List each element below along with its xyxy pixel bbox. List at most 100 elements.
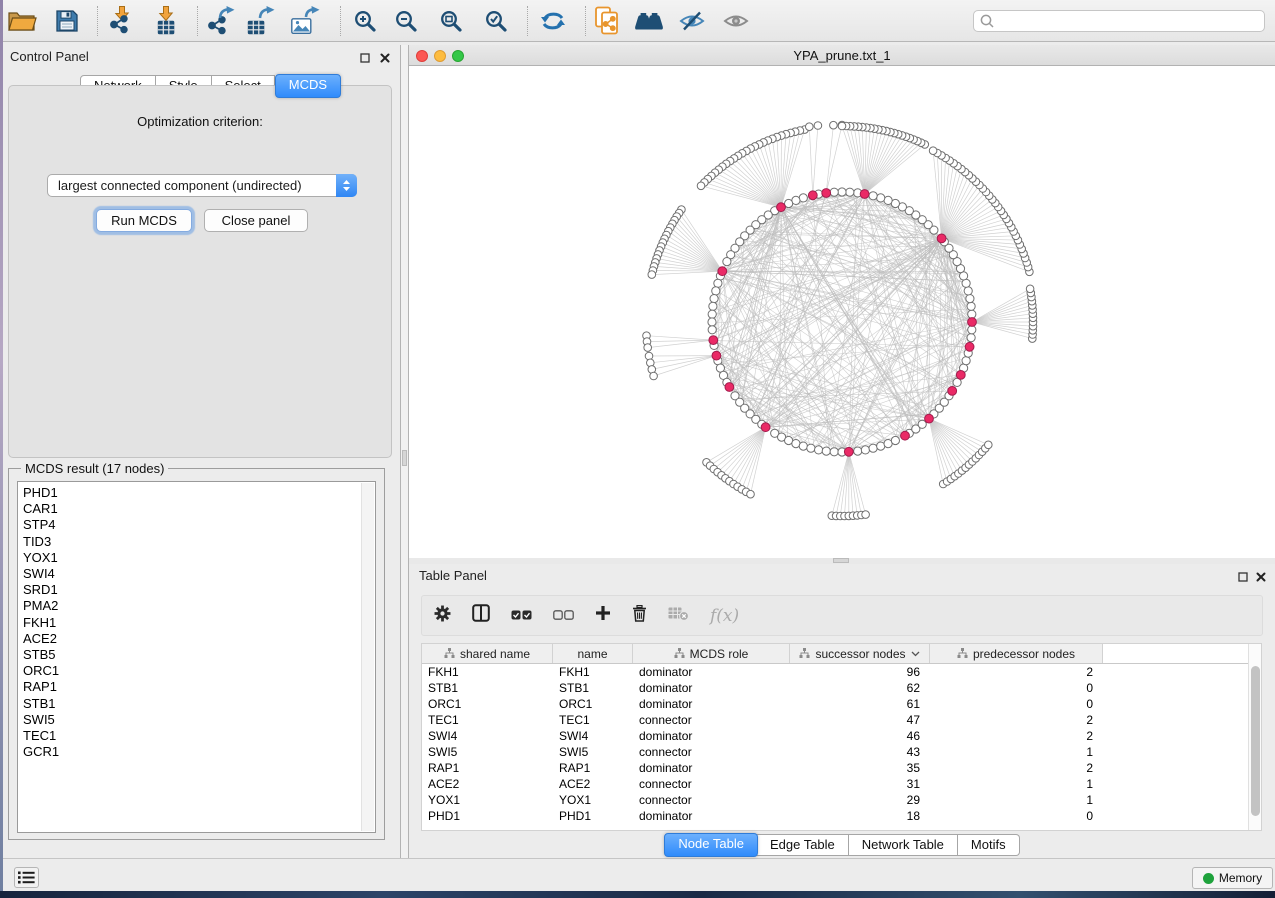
close-panel-button[interactable]: Close panel bbox=[204, 209, 308, 232]
open-file-button[interactable] bbox=[5, 4, 39, 38]
result-node[interactable]: SWI5 bbox=[18, 712, 375, 728]
run-mcds-button[interactable]: Run MCDS bbox=[96, 209, 192, 232]
mcds-node[interactable] bbox=[718, 267, 727, 276]
table-row[interactable]: TEC1TEC1connector472 bbox=[422, 712, 1261, 728]
export-network-button[interactable] bbox=[205, 4, 239, 38]
task-history-button[interactable] bbox=[14, 867, 39, 888]
mcds-node[interactable] bbox=[860, 190, 869, 199]
mcds-node[interactable] bbox=[956, 371, 965, 380]
result-node[interactable]: PHD1 bbox=[18, 485, 375, 501]
result-node[interactable]: ORC1 bbox=[18, 663, 375, 679]
result-node[interactable]: PMA2 bbox=[18, 598, 375, 614]
result-node[interactable]: TID3 bbox=[18, 534, 375, 550]
close-panel-icon[interactable] bbox=[378, 51, 391, 64]
search-field[interactable] bbox=[973, 10, 1265, 32]
network-window-titlebar[interactable]: YPA_prune.txt_1 bbox=[409, 45, 1275, 66]
mcds-node[interactable] bbox=[948, 387, 957, 396]
first-neighbors-button[interactable] bbox=[632, 4, 666, 38]
float-panel-icon[interactable] bbox=[1236, 570, 1249, 583]
splitter-grip[interactable] bbox=[833, 558, 849, 563]
mcds-result-list[interactable]: PHD1CAR1STP4TID3YOX1SWI4SRD1PMA2FKH1ACE2… bbox=[17, 481, 376, 833]
network-graph[interactable] bbox=[409, 66, 1275, 558]
mcds-node[interactable] bbox=[712, 351, 721, 360]
search-input[interactable] bbox=[998, 14, 1258, 28]
result-node[interactable]: ACE2 bbox=[18, 631, 375, 647]
mcds-node[interactable] bbox=[709, 336, 718, 345]
result-node[interactable]: STP4 bbox=[18, 517, 375, 533]
result-node[interactable]: GCR1 bbox=[18, 744, 375, 760]
network-view[interactable] bbox=[409, 66, 1275, 558]
zoom-in-button[interactable] bbox=[348, 4, 382, 38]
splitter-grip[interactable] bbox=[402, 450, 407, 466]
mcds-node[interactable] bbox=[937, 234, 946, 243]
result-node[interactable]: YOX1 bbox=[18, 550, 375, 566]
table-scrollbar[interactable] bbox=[1248, 644, 1261, 830]
clear-table-button[interactable] bbox=[668, 606, 689, 626]
vertical-splitter[interactable] bbox=[400, 45, 409, 858]
column-header-successor-nodes[interactable]: successor nodes bbox=[790, 644, 930, 663]
export-image-button[interactable] bbox=[289, 4, 323, 38]
tab-motifs[interactable]: Motifs bbox=[958, 834, 1020, 856]
mcds-node[interactable] bbox=[965, 342, 974, 351]
delete-column-button[interactable] bbox=[632, 605, 647, 627]
criterion-dropdown[interactable]: largest connected component (undirected) bbox=[47, 174, 357, 197]
split-columns-button[interactable] bbox=[472, 604, 490, 627]
mcds-node[interactable] bbox=[925, 414, 934, 423]
mcds-node[interactable] bbox=[844, 447, 853, 456]
table-row[interactable]: FKH1FKH1dominator962 bbox=[422, 664, 1261, 680]
import-network-button[interactable] bbox=[105, 4, 139, 38]
table-row[interactable]: YOX1YOX1connector291 bbox=[422, 792, 1261, 808]
table-row[interactable]: ORC1ORC1dominator610 bbox=[422, 696, 1261, 712]
result-node[interactable]: TEC1 bbox=[18, 728, 375, 744]
zoom-fit-button[interactable] bbox=[434, 4, 468, 38]
mcds-node[interactable] bbox=[761, 423, 770, 432]
hide-selection-button[interactable] bbox=[675, 4, 709, 38]
result-node[interactable]: SRD1 bbox=[18, 582, 375, 598]
export-table-button[interactable] bbox=[245, 4, 279, 38]
result-node[interactable]: SWI4 bbox=[18, 566, 375, 582]
result-node[interactable]: CAR1 bbox=[18, 501, 375, 517]
table-row[interactable]: SWI5SWI5connector431 bbox=[422, 744, 1261, 760]
mcds-node[interactable] bbox=[822, 189, 831, 198]
tab-node-table[interactable]: Node Table bbox=[664, 833, 758, 857]
select-all-rows-button[interactable] bbox=[511, 607, 532, 625]
deselect-all-rows-button[interactable] bbox=[553, 607, 574, 625]
result-node[interactable]: RAP1 bbox=[18, 679, 375, 695]
column-header-mcds-role[interactable]: MCDS role bbox=[633, 644, 790, 663]
zoom-selected-button[interactable] bbox=[479, 4, 513, 38]
import-table-button[interactable] bbox=[149, 4, 183, 38]
table-row[interactable]: SWI4SWI4dominator462 bbox=[422, 728, 1261, 744]
mcds-node[interactable] bbox=[901, 431, 910, 440]
table-row[interactable]: PHD1PHD1dominator180 bbox=[422, 808, 1261, 824]
table-row[interactable]: STB1STB1dominator620 bbox=[422, 680, 1261, 696]
tab-network-table[interactable]: Network Table bbox=[849, 834, 958, 856]
close-panel-icon[interactable] bbox=[1254, 570, 1267, 583]
export-table-icon bbox=[246, 6, 278, 36]
result-node[interactable]: STB1 bbox=[18, 696, 375, 712]
mcds-node[interactable] bbox=[777, 203, 786, 212]
table-settings-button[interactable] bbox=[434, 605, 451, 627]
scrollbar-thumb[interactable] bbox=[1251, 666, 1260, 816]
memory-button[interactable]: Memory bbox=[1192, 867, 1273, 889]
save-session-button[interactable] bbox=[50, 4, 84, 38]
show-all-button[interactable] bbox=[719, 4, 753, 38]
float-panel-icon[interactable] bbox=[358, 51, 371, 64]
tab-edge-table[interactable]: Edge Table bbox=[757, 834, 849, 856]
column-header-predecessor-nodes[interactable]: predecessor nodes bbox=[930, 644, 1103, 663]
zoom-out-button[interactable] bbox=[389, 4, 423, 38]
apply-function-button[interactable]: f(x) bbox=[710, 606, 739, 626]
column-header-name[interactable]: name bbox=[553, 644, 633, 663]
result-node[interactable]: STB5 bbox=[18, 647, 375, 663]
new-network-from-selection-button[interactable] bbox=[590, 4, 624, 38]
mcds-node[interactable] bbox=[725, 383, 734, 392]
mcds-node[interactable] bbox=[968, 318, 977, 327]
table-row[interactable]: ACE2ACE2connector311 bbox=[422, 776, 1261, 792]
mcds-node[interactable] bbox=[808, 191, 817, 200]
refresh-layout-button[interactable] bbox=[536, 4, 570, 38]
result-node[interactable]: FKH1 bbox=[18, 615, 375, 631]
column-header-shared-name[interactable]: shared name bbox=[422, 644, 553, 663]
table-row[interactable]: RAP1RAP1dominator352 bbox=[422, 760, 1261, 776]
result-scrollbar[interactable] bbox=[361, 483, 374, 831]
add-column-button[interactable] bbox=[595, 605, 611, 626]
tab-mcds[interactable]: MCDS bbox=[275, 74, 341, 98]
